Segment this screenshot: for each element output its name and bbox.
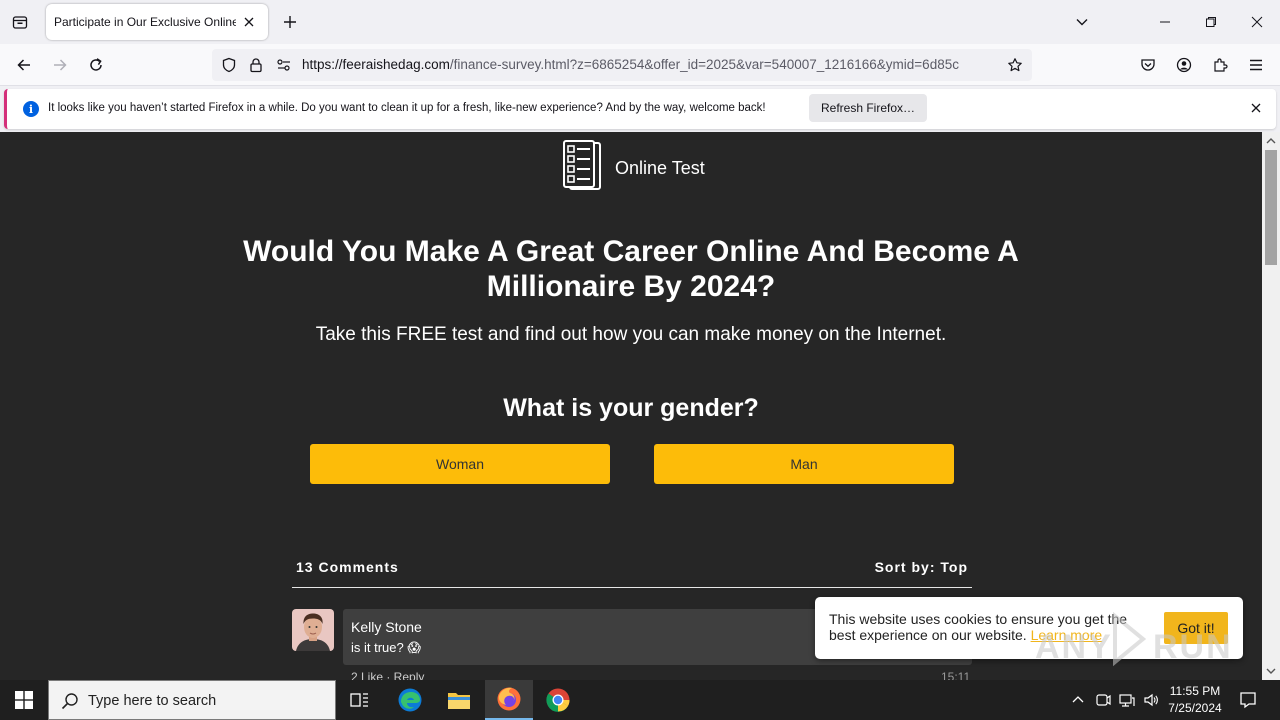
comment-text: is it true? 😱 <box>351 640 421 655</box>
tray-meet-now[interactable] <box>1093 680 1113 720</box>
chrome-icon <box>546 688 570 712</box>
windows-logo-icon <box>15 691 33 709</box>
info-icon: i <box>23 101 39 117</box>
site-permissions-icon[interactable] <box>275 56 293 74</box>
lock-icon[interactable] <box>247 56 265 74</box>
show-hidden-icons-button[interactable] <box>1068 680 1088 720</box>
taskbar-chrome[interactable] <box>534 680 582 720</box>
action-center-button[interactable] <box>1234 680 1262 720</box>
url-path: /finance-survey.html?z=6865254&offer_id=… <box>449 57 959 72</box>
page-scrollbar[interactable] <box>1262 132 1280 680</box>
firefox-refresh-notification: i It looks like you haven’t started Fire… <box>4 89 1276 129</box>
taskbar-file-explorer[interactable] <box>435 680 483 720</box>
pocket-icon <box>1141 59 1155 71</box>
close-window-icon <box>1251 16 1263 28</box>
taskbar-search-box[interactable]: Type here to search <box>48 680 336 720</box>
avatar <box>292 609 334 651</box>
forward-arrow-icon <box>54 59 67 71</box>
refresh-firefox-button[interactable]: Refresh Firefox… <box>809 94 928 122</box>
taskbar-clock[interactable]: 11:55 PM 7/25/2024 <box>1160 683 1230 717</box>
search-icon <box>61 693 78 710</box>
url-host: https://feeraishedag.com <box>302 57 450 72</box>
page-headline: Would You Make A Great Career Online And… <box>243 235 1019 303</box>
page-subheadline: Take this FREE test and find out how you… <box>315 324 947 345</box>
notification-icon <box>1240 692 1256 709</box>
svg-text:ANY: ANY <box>1035 628 1113 666</box>
active-tab[interactable]: Participate in Our Exclusive Online S <box>46 4 268 40</box>
start-button[interactable] <box>0 680 48 720</box>
app-menu-button[interactable] <box>1243 52 1269 78</box>
hamburger-menu-icon <box>1250 59 1262 71</box>
comments-count: 13 Comments <box>296 559 399 575</box>
clock-date: 7/25/2024 <box>1168 701 1222 715</box>
address-bar[interactable]: https://feeraishedag.com/finance-survey.… <box>212 49 1032 81</box>
list-all-tabs-button[interactable] <box>1070 10 1094 34</box>
reload-button[interactable] <box>83 52 109 78</box>
bookmark-star-icon[interactable] <box>1006 56 1024 74</box>
notification-close-button[interactable] <box>1248 100 1264 116</box>
extensions-button[interactable] <box>1207 52 1233 78</box>
user-avatar-icon <box>292 609 334 651</box>
comment-actions[interactable]: 2 Like · Reply <box>351 670 424 680</box>
close-icon <box>244 17 254 27</box>
account-button[interactable] <box>1171 52 1197 78</box>
tray-network[interactable] <box>1117 680 1137 720</box>
answer-man-button[interactable]: Man <box>654 444 954 484</box>
reload-icon <box>90 58 102 71</box>
window-controls <box>1142 0 1280 44</box>
close-icon <box>1251 103 1261 113</box>
notification-message: It looks like you haven’t started Firefo… <box>48 102 766 114</box>
chevron-up-icon <box>1072 696 1084 703</box>
pocket-button[interactable] <box>1135 52 1161 78</box>
gender-question: What is your gender? <box>503 394 759 422</box>
minimize-button[interactable] <box>1142 0 1188 44</box>
forward-button[interactable] <box>47 52 73 78</box>
navigation-toolbar: https://feeraishedag.com/finance-survey.… <box>0 44 1280 86</box>
checklist-document-icon <box>563 140 601 190</box>
puzzle-piece-icon <box>1214 58 1228 72</box>
tracking-protection-shield-icon[interactable] <box>220 56 238 74</box>
restore-button[interactable] <box>1188 0 1234 44</box>
close-window-button[interactable] <box>1234 0 1280 44</box>
meet-now-icon <box>1096 694 1111 706</box>
restore-icon <box>1206 17 1216 27</box>
firefox-icon <box>497 687 521 711</box>
firefox-view-icon <box>12 16 28 29</box>
new-tab-button[interactable] <box>278 10 302 34</box>
logo-text: Online Test <box>615 158 705 178</box>
task-view-icon <box>350 693 368 707</box>
clock-time: 11:55 PM <box>1169 684 1221 698</box>
sort-by-control[interactable]: Sort by: Top <box>875 559 968 575</box>
tab-strip: Participate in Our Exclusive Online S <box>0 0 1280 44</box>
comment-time: 15:11 <box>941 670 971 680</box>
taskbar-firefox[interactable] <box>485 680 533 720</box>
scroll-down-arrow-icon[interactable] <box>1266 666 1276 676</box>
tab-title: Participate in Our Exclusive Online S <box>54 15 236 29</box>
scroll-up-arrow-icon[interactable] <box>1266 136 1276 146</box>
svg-text:RUN: RUN <box>1153 628 1233 666</box>
back-arrow-icon <box>17 59 30 71</box>
comment-author: Kelly Stone <box>351 619 422 635</box>
windows-taskbar: Type here to search 11:55 PM 7/25/2024 <box>0 680 1280 720</box>
volume-icon <box>1144 693 1158 707</box>
firefox-view-button[interactable] <box>8 10 32 34</box>
comments-header: 13 Comments Sort by: Top <box>292 556 972 588</box>
url-text[interactable]: https://feeraishedag.com/finance-survey.… <box>302 57 1002 72</box>
back-button[interactable] <box>11 52 37 78</box>
search-placeholder: Type here to search <box>88 693 217 709</box>
scrollbar-thumb[interactable] <box>1265 150 1277 265</box>
answer-woman-button[interactable]: Woman <box>310 444 610 484</box>
task-view-button[interactable] <box>336 680 384 720</box>
taskbar-edge[interactable] <box>386 680 434 720</box>
minimize-icon <box>1160 21 1170 23</box>
anyrun-watermark-logo: ANY RUN <box>1035 611 1233 667</box>
network-icon <box>1119 694 1135 707</box>
edge-browser-icon <box>398 688 422 712</box>
tab-close-button[interactable] <box>240 13 258 31</box>
plus-icon <box>284 16 296 28</box>
account-icon <box>1176 57 1192 73</box>
tray-volume[interactable] <box>1141 680 1161 720</box>
chevron-down-icon <box>1076 19 1088 26</box>
folder-icon <box>448 693 470 709</box>
